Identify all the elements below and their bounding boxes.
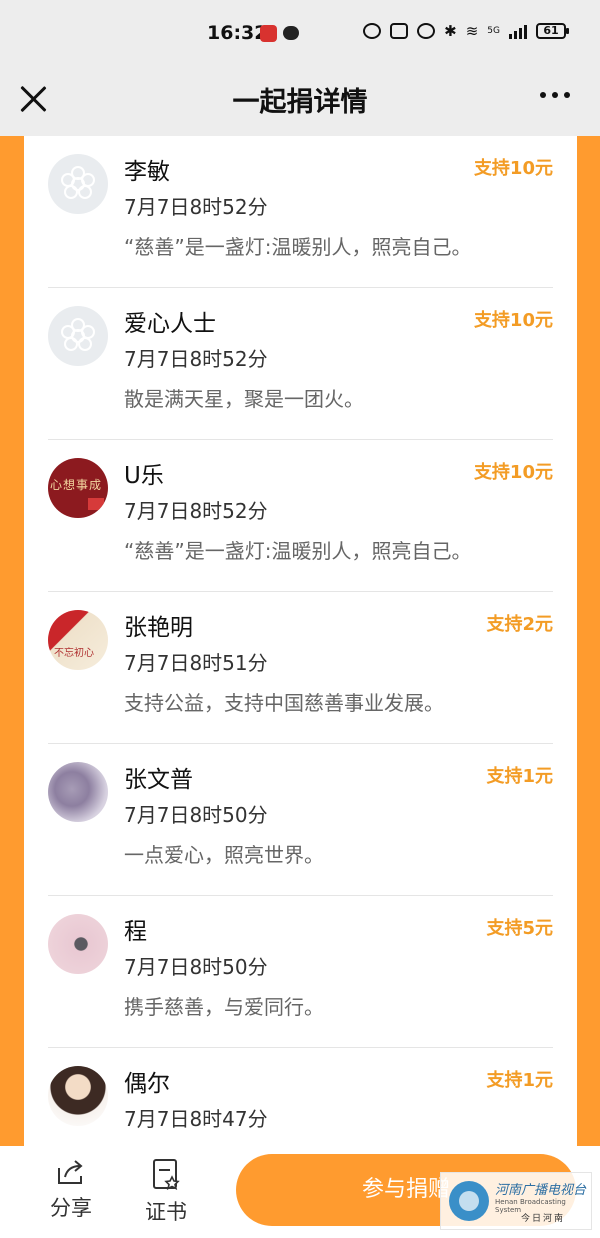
flower-logo-icon <box>61 318 95 351</box>
donation-time: 7月7日8时50分 <box>124 803 268 827</box>
avatar <box>48 762 108 822</box>
certificate-icon <box>153 1159 180 1190</box>
donation-amount: 支持10元 <box>473 310 553 331</box>
status-bar: 16:32 ✱ ≋ 5G 61 <box>0 0 600 70</box>
donor-name: 李敏 <box>124 159 170 185</box>
donor-name: 张艳明 <box>124 615 193 641</box>
donor-name: U乐 <box>124 463 164 489</box>
donation-amount: 支持10元 <box>473 462 553 483</box>
bluetooth-icon: ✱ <box>444 22 457 40</box>
donation-item[interactable]: 张文普 7月7日8时50分 一点爱心，照亮世界。 支持1元 <box>24 744 577 896</box>
donation-time: 7月7日8时47分 <box>124 1107 268 1131</box>
donation-item[interactable]: 程 7月7日8时50分 携手慈善，与爱同行。 支持5元 <box>24 896 577 1048</box>
avatar <box>48 1066 108 1126</box>
network-type: 5G <box>487 26 500 36</box>
donation-time: 7月7日8时51分 <box>124 651 268 675</box>
status-time: 16:32 <box>207 22 268 44</box>
donor-name: 程 <box>124 919 147 945</box>
donation-time: 7月7日8时50分 <box>124 955 268 979</box>
page-title: 一起捐详情 <box>232 87 368 118</box>
avatar <box>48 306 108 366</box>
donation-item[interactable]: 心想事成 U乐 7月7日8时52分 “慈善”是一盏灯:温暖别人，照亮自己。 支持… <box>24 440 577 592</box>
donor-name: 爱心人士 <box>124 311 216 337</box>
donor-name: 偶尔 <box>124 1071 170 1097</box>
donation-time: 7月7日8时52分 <box>124 347 268 371</box>
donation-item[interactable]: 偶尔 7月7日8时47分 支持1元 <box>24 1048 577 1146</box>
flower-logo-icon <box>61 166 95 199</box>
more-options-icon[interactable] <box>540 92 570 98</box>
station-logo-icon <box>449 1181 489 1221</box>
chat-notification-icon <box>283 26 299 40</box>
share-label: 分享 <box>50 1196 92 1220</box>
donation-message: 散是满天星，聚是一团火。 <box>124 387 364 411</box>
nfc-icon <box>390 23 409 39</box>
donation-item[interactable]: 爱心人士 7月7日8时52分 散是满天星，聚是一团火。 支持10元 <box>24 288 577 440</box>
donation-item[interactable]: 李敏 7月7日8时52分 “慈善”是一盏灯:温暖别人，照亮自己。 支持10元 <box>24 136 577 288</box>
donation-time: 7月7日8时52分 <box>124 499 268 523</box>
watermark-sub: 今日河南 <box>521 1214 566 1224</box>
signal-icon <box>509 23 527 39</box>
certificate-button[interactable]: 证书 <box>131 1158 201 1226</box>
donation-amount: 支持1元 <box>486 1070 553 1091</box>
donation-time: 7月7日8时52分 <box>124 195 268 219</box>
donation-message: 支持公益，支持中国慈善事业发展。 <box>124 691 444 715</box>
status-icons: ✱ ≋ 5G 61 <box>363 22 569 40</box>
donation-amount: 支持10元 <box>473 158 553 179</box>
donation-amount: 支持2元 <box>486 614 553 635</box>
avatar: 心想事成 <box>48 458 108 518</box>
certificate-label: 证书 <box>145 1200 187 1224</box>
donation-amount: 支持5元 <box>486 918 553 939</box>
donation-message: “慈善”是一盏灯:温暖别人，照亮自己。 <box>124 539 472 563</box>
wifi-icon: ≋ <box>465 22 479 40</box>
donation-message: “慈善”是一盏灯:温暖别人，照亮自己。 <box>124 235 472 259</box>
nav-bar: 一起捐详情 <box>0 70 600 136</box>
avatar <box>48 154 108 214</box>
avatar <box>48 914 108 974</box>
eye-icon <box>363 23 382 39</box>
tv-station-watermark: 河南广播电视台 Henan Broadcasting System 今日河南 <box>440 1172 592 1230</box>
share-button[interactable]: 分享 <box>36 1158 106 1222</box>
donation-item[interactable]: 不忘初心 张艳明 7月7日8时51分 支持公益，支持中国慈善事业发展。 支持2元 <box>24 592 577 744</box>
watermark-cn: 河南广播电视台 <box>495 1183 587 1198</box>
donation-amount: 支持1元 <box>486 766 553 787</box>
alarm-icon <box>417 23 436 39</box>
donor-name: 张文普 <box>124 767 193 793</box>
donation-message: 一点爱心，照亮世界。 <box>124 843 324 867</box>
donation-list[interactable]: 李敏 7月7日8时52分 “慈善”是一盏灯:温暖别人，照亮自己。 支持10元 爱… <box>24 136 577 1146</box>
donation-message: 携手慈善，与爱同行。 <box>124 995 324 1019</box>
app-notification-icon <box>260 25 277 42</box>
battery-icon: 61 <box>536 23 569 39</box>
share-icon <box>58 1160 83 1184</box>
avatar: 不忘初心 <box>48 610 108 670</box>
